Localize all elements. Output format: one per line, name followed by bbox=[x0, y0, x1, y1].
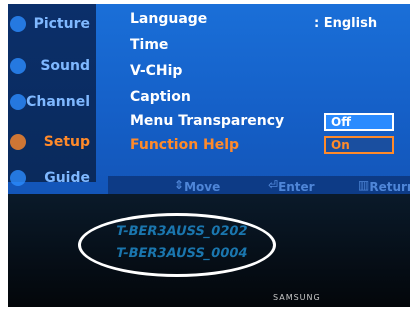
guide-icon bbox=[10, 170, 26, 186]
return-hint: ▥ Return bbox=[358, 178, 410, 194]
menu-item-label: Menu Transparency bbox=[130, 113, 285, 129]
move-label: Move bbox=[184, 180, 221, 194]
menu-item-label: Time bbox=[130, 37, 169, 53]
menu-item-caption[interactable]: Caption bbox=[130, 86, 191, 108]
menu-transparency-value-text: Off bbox=[331, 115, 351, 129]
setup-icon bbox=[10, 134, 26, 150]
sidebar-item-label: Guide bbox=[44, 170, 90, 186]
move-hint: ⇕ Move bbox=[174, 178, 221, 194]
function-help-value-text: On bbox=[331, 138, 350, 152]
tv-screen: Picture Sound Channel Setup Guide Langua… bbox=[8, 4, 410, 307]
function-help-value[interactable]: On bbox=[324, 136, 394, 154]
highlight-ellipse bbox=[78, 213, 276, 277]
menu-item-vchip[interactable]: V-CHip bbox=[130, 60, 182, 82]
navigation-hint-bar: ⇕ Move ⏎ Enter ▥ Return bbox=[108, 176, 410, 194]
sidebar-item-channel[interactable]: Channel bbox=[8, 88, 96, 116]
sidebar-item-sound[interactable]: Sound bbox=[8, 52, 96, 80]
brand-logo: SAMSUNG bbox=[273, 293, 321, 302]
sidebar-item-label: Setup bbox=[43, 134, 90, 150]
menu-item-label: Language bbox=[130, 11, 208, 27]
sidebar-item-label: Channel bbox=[26, 94, 90, 110]
language-value-text: English bbox=[323, 16, 378, 31]
sidebar-item-label: Picture bbox=[33, 16, 90, 32]
menu-item-label: V-CHip bbox=[130, 63, 183, 79]
sidebar-item-setup[interactable]: Setup bbox=[8, 128, 96, 156]
language-value: : English bbox=[314, 16, 378, 31]
menu-item-menu-transparency[interactable]: Menu Transparency bbox=[130, 110, 284, 132]
sidebar-item-picture[interactable]: Picture bbox=[8, 10, 96, 38]
sound-icon bbox=[10, 58, 26, 74]
channel-icon bbox=[10, 94, 26, 110]
sidebar-item-guide[interactable]: Guide bbox=[8, 164, 96, 192]
menu-transparency-value[interactable]: Off bbox=[324, 113, 394, 131]
menu-item-label: Caption bbox=[130, 89, 191, 105]
menu-item-label: Function Help bbox=[130, 137, 240, 153]
setup-menu-panel: Picture Sound Channel Setup Guide Langua… bbox=[8, 4, 410, 194]
menu-item-function-help[interactable]: Function Help bbox=[130, 134, 239, 156]
menu-item-time[interactable]: Time bbox=[130, 34, 168, 56]
return-label: Return bbox=[369, 180, 410, 194]
picture-icon bbox=[10, 16, 26, 32]
enter-label: Enter bbox=[278, 180, 315, 194]
sidebar-item-label: Sound bbox=[40, 58, 90, 74]
menu-item-language[interactable]: Language bbox=[130, 8, 207, 30]
enter-hint: ⏎ Enter bbox=[268, 178, 315, 194]
menu-sidebar: Picture Sound Channel Setup Guide bbox=[8, 4, 96, 186]
